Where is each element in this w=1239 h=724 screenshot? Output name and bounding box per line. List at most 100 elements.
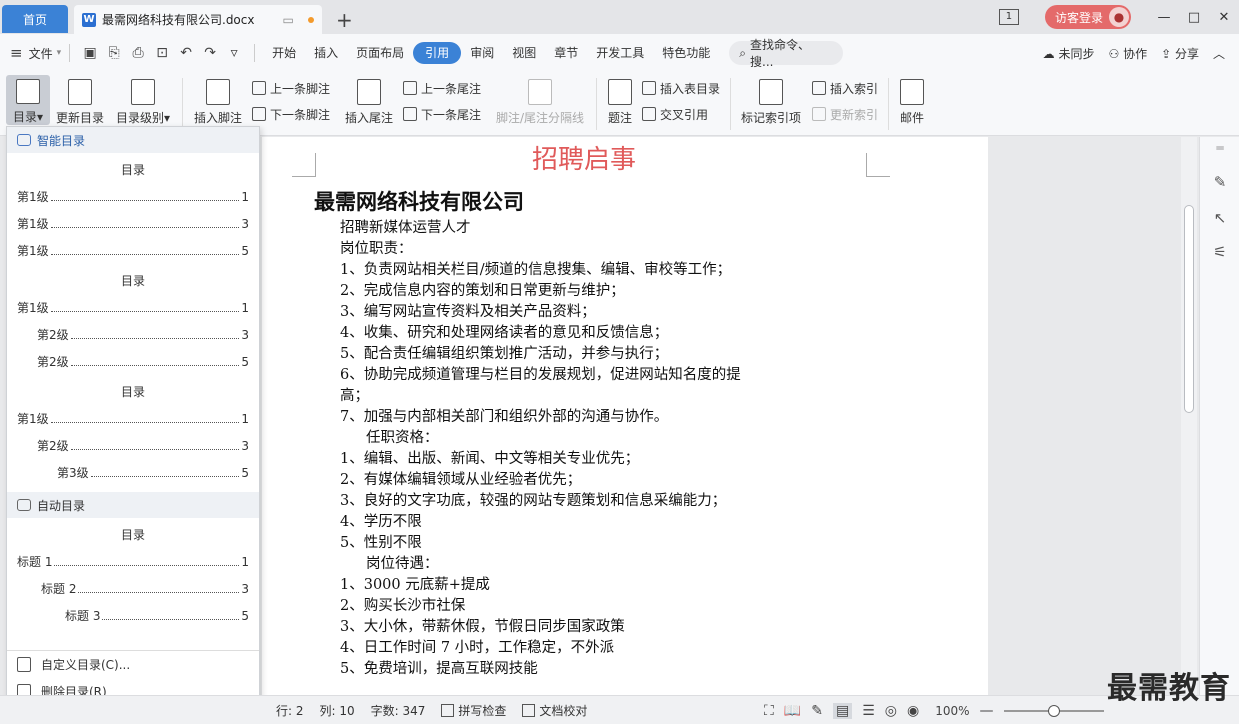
chevron-down-icon[interactable]: ▾ bbox=[57, 48, 62, 58]
guest-login-button[interactable]: 访客登录 ● bbox=[1044, 5, 1131, 29]
tab-review[interactable]: 审阅 bbox=[461, 42, 503, 64]
status-col: 列: 10 bbox=[319, 703, 355, 718]
fullscreen-icon[interactable]: ⛶ bbox=[764, 703, 774, 719]
mail-button[interactable]: 邮件 bbox=[896, 79, 928, 126]
toc-style-option[interactable]: 目录 第1级 1 第2级 3 第3级 5 bbox=[7, 379, 259, 486]
export-icon[interactable]: ⎘ bbox=[102, 45, 126, 61]
tab-document[interactable]: W 最需网络科技有限公司.docx ▭ bbox=[74, 5, 322, 34]
document-page[interactable]: 招聘启事 最需网络科技有限公司 招聘新媒体运营人才 岗位职责： 1、负责网站相关栏目… bbox=[262, 137, 988, 695]
settings-sliders-icon[interactable]: ⚟ bbox=[1211, 243, 1229, 261]
prev-endnote-icon bbox=[403, 81, 417, 95]
mail-label: 邮件 bbox=[899, 111, 924, 125]
doc-proof-label: 文档校对 bbox=[539, 703, 588, 718]
document-line: 5、免费培训，提高互联网技能 bbox=[340, 661, 538, 677]
prev-footnote-button[interactable]: 上一条脚注 bbox=[252, 78, 330, 98]
toc-row-label: 标题 3 bbox=[65, 609, 101, 623]
file-menu[interactable]: 文件 bbox=[29, 45, 53, 62]
tab-insert[interactable]: 插入 bbox=[305, 42, 347, 64]
caption-button[interactable]: 题注 bbox=[604, 79, 636, 126]
read-mode-icon[interactable]: 📖 bbox=[784, 703, 801, 719]
document-line: 4、学历不限 bbox=[340, 514, 422, 530]
page-indicator-icon[interactable]: 1 bbox=[998, 9, 1019, 25]
share-button[interactable]: ⇪ 分享 bbox=[1161, 45, 1199, 62]
tab-section[interactable]: 章节 bbox=[545, 42, 587, 64]
status-word-count[interactable]: 字数: 347 bbox=[371, 702, 426, 719]
tab-view[interactable]: 视图 bbox=[503, 42, 545, 64]
write-mode-icon[interactable]: ✎ bbox=[811, 703, 823, 719]
insert-table-of-figures-button[interactable]: 插入表目录 bbox=[642, 78, 720, 98]
mark-index-button[interactable]: 标记索引项 bbox=[738, 79, 804, 126]
update-index-label: 更新索引 bbox=[830, 107, 879, 122]
insert-index-icon bbox=[812, 81, 826, 95]
custom-toc-item[interactable]: 自定义目录(C)... bbox=[7, 651, 259, 678]
tab-features[interactable]: 特色功能 bbox=[653, 42, 719, 64]
tab-references[interactable]: 引用 bbox=[413, 42, 462, 64]
zoom-level[interactable]: 100% bbox=[935, 704, 969, 718]
more-chevron-icon[interactable]: ▿ bbox=[222, 45, 246, 61]
toc-row-page: 3 bbox=[241, 216, 249, 231]
search-icon: ⌕ bbox=[739, 45, 746, 60]
toc-leader-dots bbox=[50, 415, 239, 423]
toc-level-button[interactable]: 目录级别▾ bbox=[112, 79, 174, 126]
next-footnote-button[interactable]: 下一条脚注 bbox=[252, 104, 330, 124]
toc-style-option[interactable]: 目录 第1级 1 第2级 3 第2级 5 bbox=[7, 268, 259, 375]
eye-protection-icon[interactable]: ◉ bbox=[907, 703, 919, 719]
word-doc-icon: W bbox=[82, 12, 96, 27]
minimize-button[interactable]: — bbox=[1149, 10, 1179, 25]
page-view-icon[interactable]: ▤ bbox=[832, 702, 853, 719]
document-line: 招聘新媒体运营人才 bbox=[340, 220, 471, 236]
command-search[interactable]: ⌕ 查找命令、搜... bbox=[729, 38, 844, 69]
insert-table-of-figures-label: 插入表目录 bbox=[660, 81, 721, 96]
close-button[interactable]: ✕ bbox=[1209, 10, 1239, 25]
table-of-figures-icon bbox=[642, 81, 656, 95]
pen-icon[interactable]: ✎ bbox=[1211, 173, 1229, 191]
insert-footnote-button[interactable]: 插入脚注 bbox=[192, 79, 244, 126]
cursor-icon[interactable]: ↖ bbox=[1211, 209, 1229, 227]
sync-button[interactable]: ☁ 未同步 bbox=[1043, 45, 1095, 62]
toc-button[interactable]: 目录▾ bbox=[6, 75, 50, 125]
web-view-icon[interactable]: ◎ bbox=[885, 703, 897, 719]
collapse-ribbon-icon[interactable]: ︿ bbox=[1213, 45, 1225, 62]
cross-reference-icon bbox=[642, 107, 656, 121]
preview-icon[interactable]: ⊡ bbox=[150, 45, 174, 61]
tab-start[interactable]: 开始 bbox=[263, 42, 305, 64]
hamburger-icon[interactable]: ≡ bbox=[10, 44, 23, 62]
insert-index-button[interactable]: 插入索引 bbox=[812, 78, 878, 98]
tab-page-layout[interactable]: 页面布局 bbox=[347, 42, 413, 64]
mark-index-label: 标记索引项 bbox=[740, 111, 801, 125]
vertical-scrollbar[interactable] bbox=[1181, 137, 1197, 695]
maximize-button[interactable]: □ bbox=[1179, 10, 1209, 25]
tab-home[interactable]: 首页 bbox=[2, 5, 68, 33]
cross-reference-button[interactable]: 交叉引用 bbox=[642, 104, 708, 124]
monitor-icon[interactable]: ▭ bbox=[282, 13, 293, 27]
doc-proof-button[interactable]: 文档校对 bbox=[522, 702, 587, 719]
add-tab-button[interactable]: + bbox=[336, 8, 353, 32]
document-line: 6、协助完成频道管理与栏目的发展规划，促进网站知名度的提 bbox=[340, 367, 741, 383]
print-icon[interactable]: ⎙ bbox=[126, 45, 150, 61]
toc-preview-row: 第2级 3 bbox=[7, 432, 259, 459]
undo-icon[interactable]: ↶ bbox=[174, 45, 198, 61]
spell-check-button[interactable]: 拼写检查 bbox=[441, 702, 506, 719]
prev-endnote-button[interactable]: 上一条尾注 bbox=[403, 78, 481, 98]
save-icon[interactable]: ▣ bbox=[78, 45, 102, 61]
scrollbar-thumb[interactable] bbox=[1184, 205, 1194, 413]
outline-view-icon[interactable]: ☰ bbox=[862, 703, 875, 719]
separator-line-button[interactable]: 脚注/尾注分隔线 bbox=[494, 79, 586, 126]
next-endnote-button[interactable]: 下一条尾注 bbox=[403, 104, 481, 124]
update-toc-label: 更新目录 bbox=[55, 111, 104, 125]
toc-leader-dots bbox=[70, 331, 239, 339]
update-index-button[interactable]: 更新索引 bbox=[812, 104, 878, 124]
toc-row-label: 第2级 bbox=[37, 439, 69, 453]
tab-developer[interactable]: 开发工具 bbox=[587, 42, 653, 64]
update-toc-button[interactable]: 更新目录 bbox=[54, 79, 106, 126]
toc-leader-dots bbox=[78, 585, 239, 593]
toc-style-option[interactable]: 目录 标题 1 1 标题 2 3 标题 3 5 bbox=[7, 522, 259, 629]
zoom-slider[interactable] bbox=[1003, 704, 1104, 717]
toc-row-page: 1 bbox=[241, 411, 249, 426]
redo-icon[interactable]: ↷ bbox=[198, 45, 222, 61]
collab-button[interactable]: ⚇ 协作 bbox=[1108, 45, 1147, 62]
zoom-out-button[interactable]: — bbox=[980, 703, 994, 719]
zoom-slider-knob[interactable] bbox=[1047, 704, 1060, 717]
toc-style-option[interactable]: 目录 第1级 1 第1级 3 第1级 5 bbox=[7, 157, 259, 264]
insert-endnote-button[interactable]: 插入尾注 bbox=[343, 79, 395, 126]
